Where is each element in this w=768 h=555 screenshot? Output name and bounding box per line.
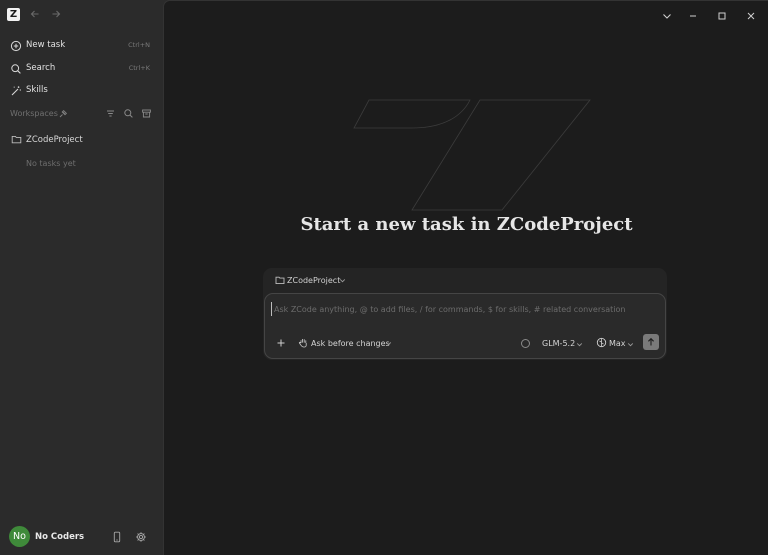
zcode-logo-outline-icon <box>352 98 592 213</box>
page-title: Start a new task in ZCodeProject <box>300 214 633 235</box>
magic-wand-icon <box>10 85 22 97</box>
sidebar-topbar: Z <box>0 0 163 30</box>
chevron-down-icon <box>339 277 346 284</box>
no-tasks-text: No tasks yet <box>26 159 76 168</box>
search-icon <box>10 63 22 75</box>
folder-icon <box>11 134 22 145</box>
search-button[interactable]: Search Ctrl+K <box>0 58 163 80</box>
chevron-down-icon[interactable] <box>661 10 673 22</box>
model-selector-label[interactable]: GLM-5.2 <box>542 339 575 348</box>
plus-circle-icon <box>10 40 22 52</box>
search-label: Search <box>26 63 56 73</box>
arrow-up-icon <box>648 337 654 346</box>
prompt-box: Ask before changes GLM-5.2 Max <box>264 293 666 359</box>
main-panel: Start a new task in ZCodeProject ZCodePr… <box>163 0 768 555</box>
context-circle-icon[interactable] <box>521 339 530 348</box>
workspaces-header: Workspaces <box>0 105 163 123</box>
sidebar: Z New task Ctrl+N Search Ctrl+K Skills W… <box>0 0 163 555</box>
project-selector[interactable]: ZCodeProject <box>263 268 667 292</box>
skills-label: Skills <box>26 85 48 95</box>
chevron-down-icon[interactable] <box>627 341 634 348</box>
project-selector-label: ZCodeProject <box>287 276 341 285</box>
chevron-down-icon <box>385 340 392 347</box>
chevron-down-icon[interactable] <box>576 341 583 348</box>
forward-arrow-icon[interactable] <box>50 8 62 20</box>
add-attachment-button[interactable] <box>276 338 286 348</box>
gear-icon[interactable] <box>135 531 147 543</box>
new-task-button[interactable]: New task Ctrl+N <box>0 35 163 57</box>
prompt-input[interactable] <box>271 302 659 316</box>
workspaces-label: Workspaces <box>10 109 58 118</box>
permission-mode-label: Ask before changes <box>311 339 390 348</box>
filter-icon[interactable] <box>105 108 116 119</box>
maximize-icon[interactable] <box>716 10 728 22</box>
avatar[interactable]: No <box>9 526 30 547</box>
minimize-icon[interactable] <box>687 10 699 22</box>
brain-icon[interactable] <box>596 337 607 348</box>
user-name[interactable]: No Coders <box>35 532 84 542</box>
new-task-label: New task <box>26 40 66 50</box>
back-arrow-icon[interactable] <box>29 8 41 20</box>
pin-icon[interactable] <box>58 109 68 119</box>
sidebar-project-zcodeproject[interactable]: ZCodeProject <box>0 130 163 150</box>
new-task-shortcut: Ctrl+N <box>128 41 150 49</box>
effort-selector-label[interactable]: Max <box>609 339 626 348</box>
close-icon[interactable] <box>745 10 757 22</box>
project-name: ZCodeProject <box>26 135 83 145</box>
folder-icon <box>275 275 285 285</box>
archive-icon[interactable] <box>141 108 152 119</box>
skills-button[interactable]: Skills <box>0 80 163 102</box>
user-bar: No No Coders <box>0 524 163 550</box>
task-composer: ZCodeProject Ask before changes GLM-5.2 <box>263 268 667 360</box>
app-logo: Z <box>7 8 20 21</box>
send-button[interactable] <box>643 334 659 350</box>
workspace-search-icon[interactable] <box>123 108 134 119</box>
search-shortcut: Ctrl+K <box>128 64 150 72</box>
mobile-device-icon[interactable] <box>111 531 123 543</box>
hand-icon <box>298 337 309 348</box>
